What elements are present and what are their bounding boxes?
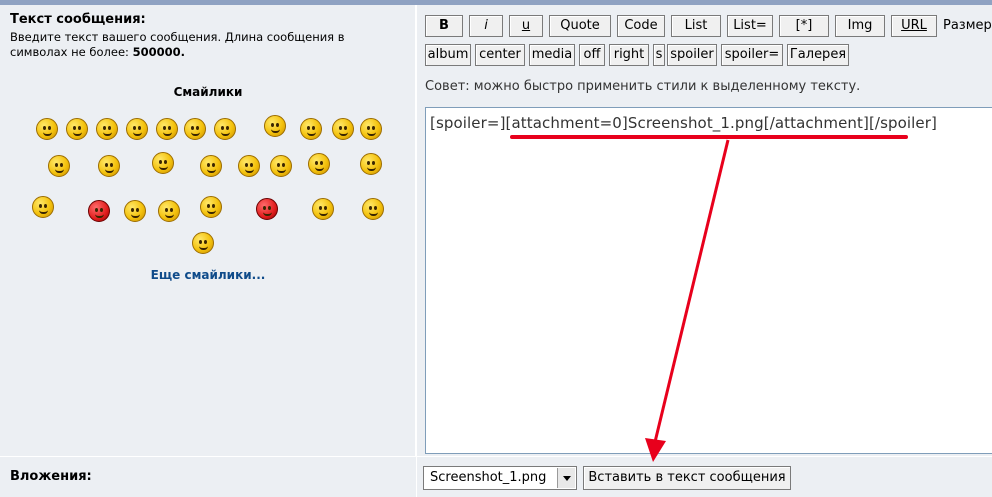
attachments-label: Вложения:: [10, 469, 92, 484]
smiley-icon[interactable]: [156, 118, 178, 140]
smiley-icon[interactable]: [192, 232, 214, 254]
quote-button[interactable]: Quote: [549, 15, 611, 37]
bold-button[interactable]: B: [425, 15, 463, 37]
off-button[interactable]: off: [579, 44, 605, 66]
message-description: Введите текст вашего сообщения. Длина со…: [10, 30, 390, 60]
smiley-icon[interactable]: [214, 118, 236, 140]
smiley-icon[interactable]: [36, 118, 58, 140]
message-label-panel: Текст сообщения: Введите текст вашего со…: [0, 5, 416, 456]
devil-smiley-icon[interactable]: [256, 198, 278, 220]
center-button[interactable]: center: [475, 44, 525, 66]
right-button[interactable]: right: [609, 44, 649, 66]
chevron-down-icon[interactable]: [557, 468, 575, 488]
message-textarea-value: [spoiler=][attachment=0]Screenshot_1.png…: [430, 114, 937, 132]
smiley-icon[interactable]: [126, 118, 148, 140]
url-button[interactable]: URL: [891, 15, 937, 37]
smiley-icon[interactable]: [98, 155, 120, 177]
smiley-icon[interactable]: [184, 118, 206, 140]
message-title: Текст сообщения:: [10, 12, 146, 27]
code-button[interactable]: Code: [617, 15, 665, 37]
italic-button[interactable]: i: [469, 15, 503, 37]
attachment-select[interactable]: Screenshot_1.png: [423, 466, 577, 490]
angry-smiley-icon[interactable]: [88, 200, 110, 222]
list-item-button[interactable]: [*]: [779, 15, 829, 37]
attachments-controls-cell: Screenshot_1.png Вставить в текст сообще…: [417, 457, 992, 497]
spoiler-title-button[interactable]: spoiler=: [721, 44, 783, 66]
smiley-icon[interactable]: [362, 198, 384, 220]
smiley-icon[interactable]: [360, 153, 382, 175]
smiley-icon[interactable]: [332, 118, 354, 140]
smiley-icon[interactable]: [238, 155, 260, 177]
smiley-icon[interactable]: [360, 118, 382, 140]
list-button[interactable]: List: [671, 15, 721, 37]
more-smileys-link[interactable]: Еще смайлики...: [0, 268, 416, 282]
message-textarea[interactable]: [spoiler=][attachment=0]Screenshot_1.png…: [425, 107, 992, 454]
media-button[interactable]: media: [529, 44, 575, 66]
smiley-icon[interactable]: [308, 153, 330, 175]
attachment-select-value: Screenshot_1.png: [430, 470, 547, 485]
smiley-icon[interactable]: [264, 115, 286, 137]
font-size-label[interactable]: Размер: [943, 18, 992, 33]
smiley-icon[interactable]: [270, 155, 292, 177]
smiley-icon[interactable]: [200, 155, 222, 177]
smileys-title: Смайлики: [173, 85, 243, 99]
smiley-icon[interactable]: [48, 155, 70, 177]
album-button[interactable]: album: [425, 44, 471, 66]
spoiler-button[interactable]: spoiler: [667, 44, 717, 66]
img-button[interactable]: Img: [835, 15, 885, 37]
attachments-label-cell: Вложения:: [0, 457, 416, 497]
smiley-icon[interactable]: [200, 196, 222, 218]
editor-panel: B i u Quote Code List List= [*] Img URL …: [417, 5, 992, 456]
smiley-icon[interactable]: [300, 118, 322, 140]
strike-button[interactable]: s: [653, 44, 665, 66]
smiley-icon[interactable]: [32, 196, 54, 218]
smiley-icon[interactable]: [158, 200, 180, 222]
formatting-tip: Совет: можно быстро применить стили к вы…: [425, 79, 861, 94]
insert-attachment-button[interactable]: Вставить в текст сообщения: [583, 466, 791, 490]
smiley-icon[interactable]: [96, 118, 118, 140]
smiley-icon[interactable]: [124, 200, 146, 222]
list-ordered-button[interactable]: List=: [727, 15, 773, 37]
smiley-icon[interactable]: [152, 152, 174, 174]
gallery-button[interactable]: Галерея: [787, 44, 849, 66]
smiley-icon[interactable]: [312, 198, 334, 220]
underline-button[interactable]: u: [509, 15, 543, 37]
smiley-icon[interactable]: [66, 118, 88, 140]
message-max-length: 500000.: [132, 45, 185, 59]
